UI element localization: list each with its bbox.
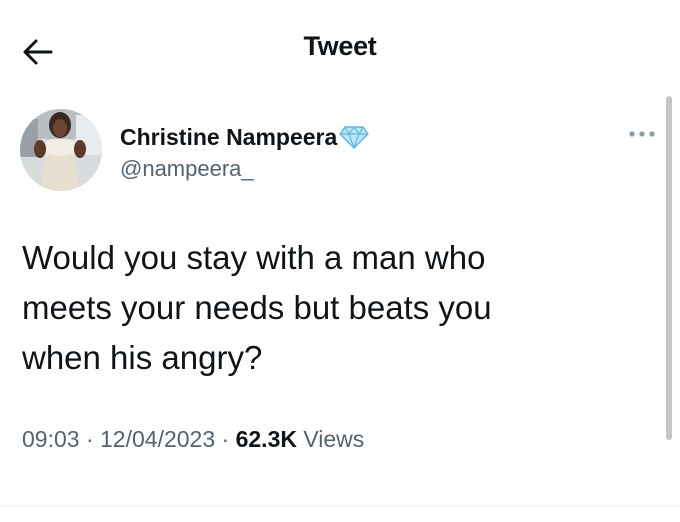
page-title: Tweet [303, 31, 377, 61]
avatar[interactable] [20, 109, 102, 191]
tweet-meta: 09:03 · 12/04/2023 · 62.3K Views [22, 426, 364, 453]
tweet-time[interactable]: 09:03 [22, 426, 80, 452]
author-info[interactable]: Christine Nampeera @nampeera_ [120, 120, 370, 182]
views-count[interactable]: 62.3K [236, 426, 297, 452]
meta-separator: · [221, 426, 230, 452]
more-horizontal-icon [629, 131, 655, 137]
author-name-row: Christine Nampeera [120, 120, 370, 154]
views-label: Views [303, 426, 365, 452]
author-display-name: Christine Nampeera [120, 123, 338, 150]
more-options-button[interactable] [620, 120, 664, 148]
diamond-icon [339, 126, 370, 149]
meta-separator: · [85, 426, 94, 452]
scrollbar[interactable] [666, 96, 672, 440]
top-bar: Tweet [0, 0, 680, 100]
tweet-text: Would you stay with a man who meets your… [22, 239, 492, 376]
author-handle: @nampeera_ [120, 156, 254, 181]
divider [0, 506, 680, 507]
tweet-date[interactable]: 12/04/2023 [100, 426, 215, 452]
avatar-photo [20, 109, 102, 191]
